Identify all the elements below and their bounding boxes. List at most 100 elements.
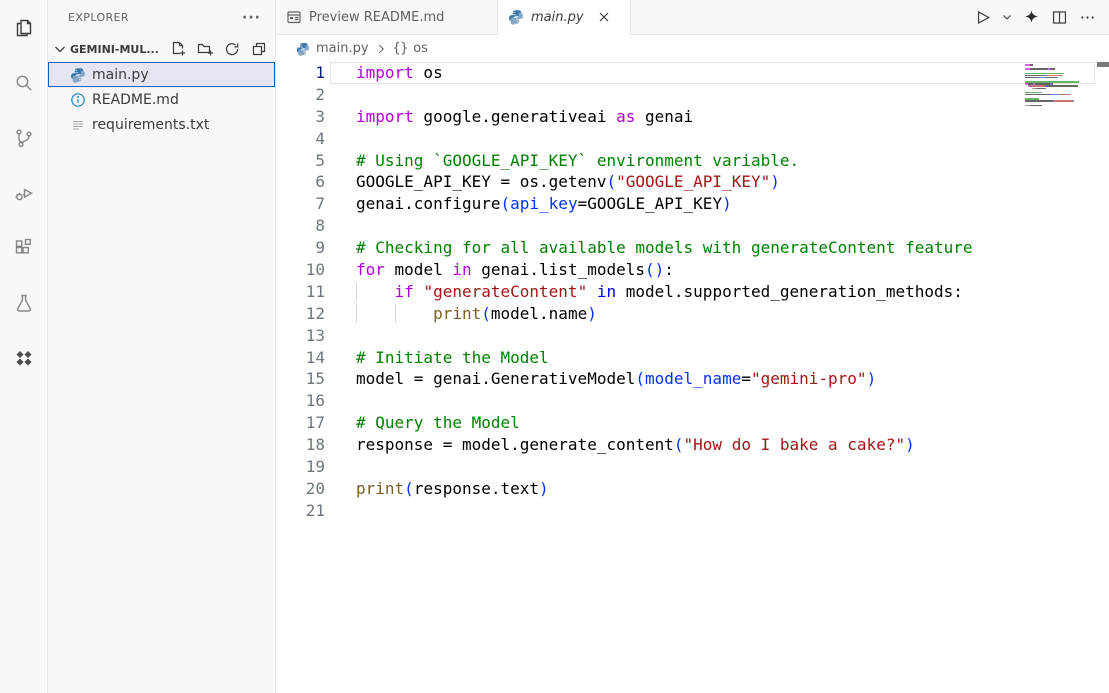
line-number: 15: [276, 368, 325, 390]
line-number: 9: [276, 237, 325, 259]
tab-preview-readme-md[interactable]: Preview README.md: [276, 0, 498, 34]
sidebar-title: EXPLORER: [68, 11, 129, 24]
code-line[interactable]: 11 if "generateContent" in model.support…: [276, 281, 1109, 303]
code-text: print(model.name): [356, 303, 597, 325]
activity-bar-item-run-debug[interactable]: [0, 165, 48, 220]
code-line[interactable]: 19: [276, 456, 1109, 478]
testing-icon: [12, 291, 36, 315]
file-label: requirements.txt: [92, 117, 209, 133]
minimap[interactable]: [1025, 64, 1095, 109]
file-row-readme-md[interactable]: README.md: [48, 87, 275, 112]
new-file-icon[interactable]: [170, 41, 186, 57]
file-label: main.py: [92, 67, 149, 83]
new-folder-icon[interactable]: [197, 41, 213, 57]
file-list: main.py README.md requirements.txt: [48, 62, 275, 137]
line-number: 4: [276, 128, 325, 150]
code-line[interactable]: 10 for model in genai.list_models():: [276, 259, 1109, 281]
close-icon[interactable]: [596, 9, 612, 25]
tab-main-py[interactable]: main.py: [498, 0, 631, 34]
tab-label: Preview README.md: [309, 10, 444, 25]
source-control-icon: [12, 126, 36, 150]
collapse-all-icon[interactable]: [251, 41, 267, 57]
folder-section-header[interactable]: GEMINI-MUL...: [48, 37, 275, 61]
code-line[interactable]: 14# Initiate the Model: [276, 347, 1109, 369]
code-line[interactable]: 3 import google.generativeai as genai: [276, 106, 1109, 128]
line-number: 18: [276, 434, 325, 456]
current-line-highlight: [330, 62, 1095, 84]
code-text: import google.generativeai as genai: [356, 106, 693, 128]
line-number: 19: [276, 456, 325, 478]
preview-icon: [286, 9, 302, 25]
activity-bar-item-extensions[interactable]: [0, 220, 48, 275]
line-number: 6: [276, 171, 325, 193]
code-line[interactable]: 12 print(model.name): [276, 303, 1109, 325]
line-number: 10: [276, 259, 325, 281]
breadcrumb-file[interactable]: main.py: [316, 41, 369, 56]
line-number: 11: [276, 281, 325, 303]
code-text: for model in genai.list_models():: [356, 259, 674, 281]
search-icon: [12, 71, 36, 95]
code-text: print(response.text): [356, 478, 549, 500]
chevron-down-icon[interactable]: [52, 41, 68, 57]
code-text: # Checking for all available models with…: [356, 237, 973, 259]
python-icon: [508, 9, 524, 25]
tab-label: main.py: [531, 10, 584, 25]
run-dropdown-icon[interactable]: [1001, 11, 1013, 23]
activity-bar: [0, 0, 48, 693]
code-line[interactable]: 2: [276, 84, 1109, 106]
run-icon[interactable]: [973, 8, 992, 27]
code-text: if "generateContent" in model.supported_…: [356, 281, 963, 303]
vscode-window: EXPLORER ··· GEMINI-MUL... main.py README…: [0, 0, 1109, 693]
code-text: GOOGLE_API_KEY = os.getenv("GOOGLE_API_K…: [356, 171, 780, 193]
chevron-right-icon: [374, 42, 388, 56]
more-icon[interactable]: [1078, 8, 1097, 27]
code-line[interactable]: 13: [276, 325, 1109, 347]
split-editor-icon[interactable]: [1050, 8, 1069, 27]
code-line[interactable]: 8: [276, 215, 1109, 237]
code-line[interactable]: 21: [276, 500, 1109, 522]
code-line[interactable]: 9 # Checking for all available models wit…: [276, 237, 1109, 259]
line-number: 14: [276, 347, 325, 369]
activity-bar-item-testing[interactable]: [0, 275, 48, 330]
explorer-icon: [12, 16, 36, 40]
code-line[interactable]: 6 GOOGLE_API_KEY = os.getenv("GOOGLE_API_…: [276, 171, 1109, 193]
code-text: import os: [356, 62, 443, 84]
code-line[interactable]: 20print(response.text): [276, 478, 1109, 500]
activity-bar-item-gemini-extension[interactable]: [0, 330, 48, 385]
sparkle-icon[interactable]: [1022, 8, 1041, 27]
line-number: 12: [276, 303, 325, 325]
code-line[interactable]: 4: [276, 128, 1109, 150]
line-number: 3: [276, 106, 325, 128]
code-line[interactable]: 1 import os: [276, 62, 1109, 84]
line-number: 8: [276, 215, 325, 237]
line-number: 1: [276, 62, 325, 84]
activity-bar-item-explorer[interactable]: [0, 0, 48, 55]
breadcrumb-symbol[interactable]: os: [413, 41, 428, 56]
more-actions-icon[interactable]: ···: [242, 11, 261, 25]
code-line[interactable]: 16: [276, 390, 1109, 412]
activity-bar-item-source-control[interactable]: [0, 110, 48, 165]
tabs: Preview README.md main.py: [276, 0, 631, 34]
code-text: # Query the Model: [356, 412, 520, 434]
code-line[interactable]: 5# Using `GOOGLE_API_KEY` environment va…: [276, 150, 1109, 172]
python-icon: [296, 42, 310, 56]
file-row-requirements-txt[interactable]: requirements.txt: [48, 112, 275, 137]
line-number: 2: [276, 84, 325, 106]
python-icon: [70, 67, 86, 83]
editor-group: Preview README.md main.py main.py {} os 1…: [276, 0, 1109, 693]
activity-bar-item-search[interactable]: [0, 55, 48, 110]
code-text: genai.configure(api_key=GOOGLE_API_KEY): [356, 193, 732, 215]
code-line[interactable]: 17 # Query the Model: [276, 412, 1109, 434]
line-number: 17: [276, 412, 325, 434]
code-line[interactable]: 15model = genai.GenerativeModel(model_na…: [276, 368, 1109, 390]
explorer-sidebar: EXPLORER ··· GEMINI-MUL... main.py README…: [48, 0, 276, 693]
editor[interactable]: 1 import os 23 import google.generativeai a…: [276, 62, 1109, 693]
section-actions: [170, 41, 267, 57]
code-text: response = model.generate_content("How d…: [356, 434, 915, 456]
refresh-icon[interactable]: [224, 41, 240, 57]
file-row-main-py[interactable]: main.py: [48, 62, 275, 87]
symbol-namespace-icon: {}: [393, 41, 409, 56]
code-line[interactable]: 18 response = model.generate_content("How…: [276, 434, 1109, 456]
code-lines: 1 import os 23 import google.generativeai a…: [276, 62, 1109, 522]
code-line[interactable]: 7genai.configure(api_key=GOOGLE_API_KEY): [276, 193, 1109, 215]
